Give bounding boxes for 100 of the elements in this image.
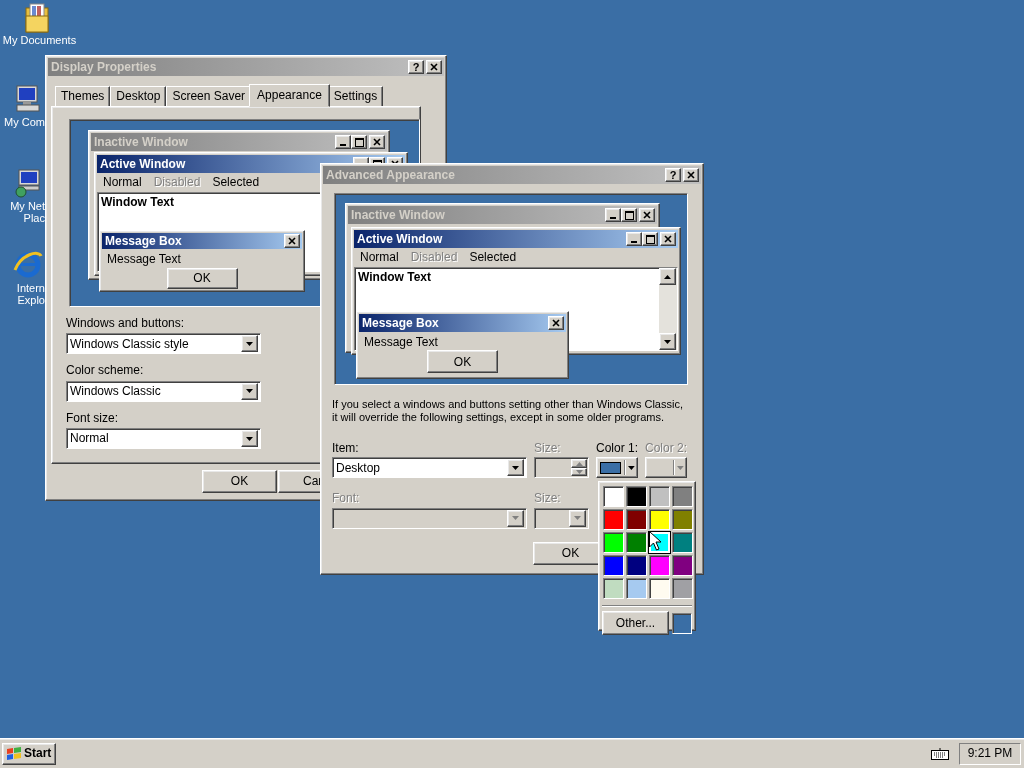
tab[interactable]: Themes xyxy=(55,86,111,106)
menu-item[interactable]: Normal xyxy=(103,175,142,190)
ok-button[interactable]: OK xyxy=(202,470,277,493)
dropdown[interactable]: Windows Classic style xyxy=(66,333,261,355)
dropdown-button[interactable] xyxy=(241,430,258,448)
caret-icon xyxy=(246,341,253,346)
scroll-up-button[interactable] xyxy=(659,268,676,285)
message-text: Message Text xyxy=(106,251,182,267)
close-button[interactable] xyxy=(548,316,564,330)
icon-label[interactable]: Explo xyxy=(17,294,45,306)
color-swatch[interactable] xyxy=(626,486,647,507)
color-swatch[interactable] xyxy=(649,555,670,576)
color-swatch[interactable] xyxy=(672,509,693,530)
close-button[interactable] xyxy=(369,135,385,149)
color-swatch[interactable] xyxy=(672,578,693,599)
dropdown-button[interactable] xyxy=(507,459,524,477)
ok-button[interactable]: OK xyxy=(166,267,238,289)
close-icon xyxy=(552,319,560,327)
tab[interactable]: Desktop xyxy=(110,86,167,106)
dropdown-button[interactable] xyxy=(241,382,258,400)
minimize-button[interactable] xyxy=(626,232,642,246)
color-swatch[interactable] xyxy=(649,509,670,530)
flag-icon xyxy=(6,746,22,761)
tab[interactable]: Appearance xyxy=(249,84,330,107)
color-swatch[interactable] xyxy=(672,532,693,553)
field-label: Size: xyxy=(534,441,561,456)
tab[interactable]: Settings xyxy=(327,86,384,106)
window-title: Inactive Window xyxy=(351,207,446,223)
window-title: Message Box xyxy=(105,234,183,249)
start-button[interactable]: Start xyxy=(2,742,57,765)
maximize-button[interactable] xyxy=(621,208,637,222)
window-title: Advanced Appearance xyxy=(326,167,456,183)
caret-icon xyxy=(246,389,253,394)
minimize-icon xyxy=(340,144,346,146)
close-button[interactable] xyxy=(639,208,655,222)
color-swatch[interactable] xyxy=(603,555,624,576)
color-swatch[interactable] xyxy=(672,555,693,576)
icon-label[interactable]: Intern xyxy=(16,282,45,294)
icon-label[interactable]: My Documents xyxy=(2,34,77,46)
help-button[interactable]: ? xyxy=(408,60,424,74)
minimize-icon xyxy=(631,241,637,243)
network-icon xyxy=(13,168,43,200)
caret-icon xyxy=(246,436,253,441)
color-swatch[interactable] xyxy=(626,509,647,530)
icon-label[interactable]: Plac xyxy=(23,212,45,224)
icon-label[interactable]: My Net xyxy=(10,200,45,212)
field-label: Windows and buttons: xyxy=(66,316,185,331)
caret-icon xyxy=(677,465,684,470)
dropdown[interactable]: Normal xyxy=(66,428,261,450)
tab[interactable]: Screen Saver xyxy=(166,86,252,106)
color-swatch[interactable] xyxy=(672,486,693,507)
caret-icon xyxy=(628,465,635,470)
color-swatch[interactable] xyxy=(603,509,624,530)
menu-item[interactable]: Normal xyxy=(360,250,399,265)
keyboard-icon xyxy=(931,747,949,760)
icon-label[interactable]: My Com xyxy=(4,116,45,128)
menu-item[interactable]: Selected xyxy=(469,250,517,265)
maximize-button[interactable] xyxy=(351,135,367,149)
color-swatch[interactable] xyxy=(626,532,647,553)
color-swatch[interactable] xyxy=(649,486,670,507)
maximize-button[interactable] xyxy=(642,232,658,246)
field-label: Color 2: xyxy=(645,441,688,456)
caret-icon xyxy=(512,465,519,470)
close-button[interactable] xyxy=(284,234,300,249)
cursor-icon xyxy=(649,531,661,551)
field-label: Font size: xyxy=(66,410,119,426)
dropdown[interactable]: Windows Classic xyxy=(66,380,261,402)
minimize-icon xyxy=(610,217,616,219)
window-text: Window Text xyxy=(357,269,432,286)
ok-button[interactable]: OK xyxy=(427,350,498,374)
field-label: Size: xyxy=(534,491,561,506)
close-icon xyxy=(664,235,672,243)
color-swatch[interactable] xyxy=(649,578,670,599)
close-icon xyxy=(373,138,381,146)
color-swatch[interactable] xyxy=(603,486,624,507)
window-title: Active Window xyxy=(357,231,444,247)
color-swatch[interactable] xyxy=(603,578,624,599)
color-swatch[interactable] xyxy=(603,532,624,553)
close-icon xyxy=(643,211,651,219)
scroll-down-button[interactable] xyxy=(659,333,676,350)
field-label: Item: xyxy=(332,441,359,456)
minimize-button[interactable] xyxy=(335,135,351,149)
close-button[interactable] xyxy=(683,168,699,182)
maximize-icon xyxy=(354,137,364,147)
close-icon xyxy=(288,237,296,246)
color-button[interactable] xyxy=(596,457,638,479)
close-button[interactable] xyxy=(660,232,676,246)
window-title: Display Properties xyxy=(51,59,158,75)
dropdown-button[interactable] xyxy=(241,335,258,353)
minimize-button[interactable] xyxy=(605,208,621,222)
caret-icon xyxy=(574,516,581,521)
close-button[interactable] xyxy=(426,60,442,74)
menu-item[interactable]: Selected xyxy=(212,175,260,190)
caret-icon xyxy=(512,516,519,521)
color-swatch[interactable] xyxy=(626,578,647,599)
dropdown[interactable]: Desktop xyxy=(332,457,527,479)
note-text: If you select a windows and buttons setting other than Windows Classic, it will override the following settings, except in some older programs. xyxy=(332,398,684,424)
color-swatch[interactable] xyxy=(626,555,647,576)
other-button[interactable]: Other... xyxy=(602,611,669,635)
help-button[interactable]: ? xyxy=(665,168,681,182)
